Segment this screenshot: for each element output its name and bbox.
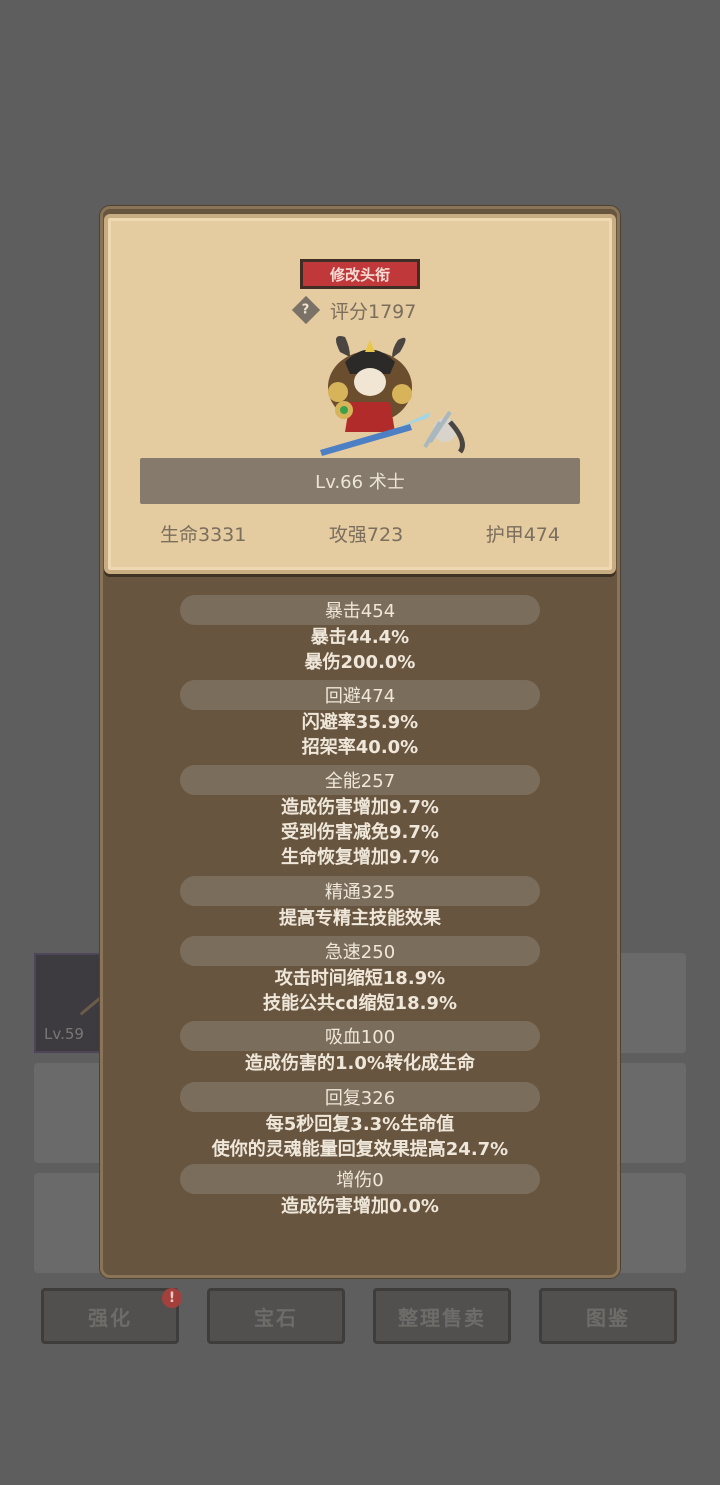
basic-stats-row: 生命3331 攻强723 护甲474 <box>130 520 590 550</box>
stat-head-haste: 急速250 <box>180 936 540 966</box>
hero-portrait <box>320 336 465 456</box>
stat-head-mastery: 精通325 <box>180 876 540 906</box>
stat-line: 每5秒回复3.3%生命值 <box>265 1114 455 1135</box>
help-icon[interactable]: ? <box>291 295 321 325</box>
stat-line: 造成伤害的1.0%转化成生命 <box>245 1053 475 1074</box>
enhance-button[interactable]: 强化 <box>41 1288 179 1344</box>
gem-button[interactable]: 宝石 <box>207 1288 345 1344</box>
stat-line: 暴击44.4% <box>310 627 410 648</box>
stat-line: 闪避率35.9% <box>301 712 419 733</box>
codex-button[interactable]: 图鉴 <box>539 1288 677 1344</box>
sort-sell-button[interactable]: 整理售卖 <box>373 1288 511 1344</box>
alert-badge-icon: ! <box>162 1288 182 1308</box>
score-value: 评分1797 <box>330 300 417 323</box>
slot-level: Lv.59 <box>44 1025 84 1043</box>
stat-line: 攻击时间缩短18.9% <box>274 968 446 989</box>
name-level-banner: Lv.66 术士 <box>140 458 580 504</box>
stat-head-avoidance: 回避474 <box>180 680 540 710</box>
equipment-slot[interactable]: Lv.59 <box>34 953 113 1053</box>
stat-line: 暴伤200.0% <box>304 652 416 673</box>
stat-line: 造成伤害增加9.7% <box>281 797 439 818</box>
stat-line: 提高专精主技能效果 <box>279 908 441 929</box>
stat-head-crit: 暴击454 <box>180 595 540 625</box>
stat-line: 受到伤害减免9.7% <box>281 822 439 843</box>
stat-line: 招架率40.0% <box>301 737 419 758</box>
attack-stat: 攻强723 <box>328 524 404 546</box>
hp-stat: 生命3331 <box>160 524 247 546</box>
stat-line: 技能公共cd缩短18.9% <box>262 993 457 1014</box>
stat-line: 生命恢复增加9.7% <box>281 847 439 868</box>
stat-head-damage-boost: 增伤0 <box>180 1164 540 1194</box>
stat-head-versatility: 全能257 <box>180 765 540 795</box>
stat-line: 造成伤害增加0.0% <box>281 1196 439 1217</box>
stat-head-lifesteal: 吸血100 <box>180 1021 540 1051</box>
score-row: ? 评分1797 <box>291 295 417 325</box>
stat-line: 使你的灵魂能量回复效果提高24.7% <box>211 1139 509 1160</box>
armor-stat: 护甲474 <box>485 524 560 546</box>
change-title-button[interactable]: 修改头衔 <box>300 259 420 289</box>
stat-head-regen: 回复326 <box>180 1082 540 1112</box>
